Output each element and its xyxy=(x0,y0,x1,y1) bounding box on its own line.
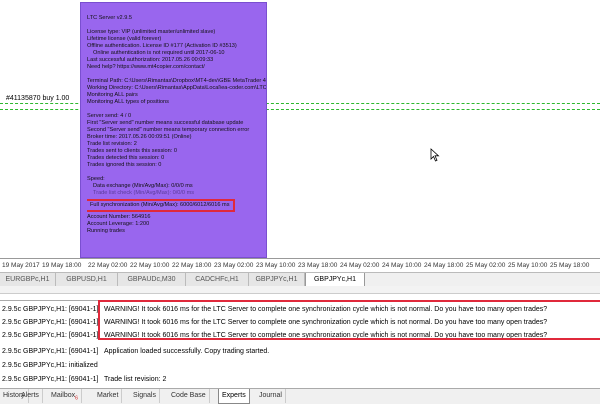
time-label: 19 May 2017 xyxy=(2,262,40,269)
trades-ignored: Trades ignored this session: 0 xyxy=(87,162,162,168)
panel-title: LTC Server v2.9.5 xyxy=(87,15,132,21)
terminal-tabs: History Alerts Mailbox6 Market Signals C… xyxy=(0,388,600,404)
broker-time: Broker time: 2017.05.26 00:09:51 (Online… xyxy=(87,134,192,140)
offline-note: Online authentication is not required un… xyxy=(93,50,225,56)
time-label: 23 May 02:00 xyxy=(214,262,254,269)
server-send-first: First "Server send" number means success… xyxy=(87,120,244,126)
tab-journal[interactable]: Journal xyxy=(256,389,286,403)
account-number: Account Number: 564916 xyxy=(87,214,151,220)
warning-highlight xyxy=(98,300,600,340)
chart-tab-eurgbpc-h1[interactable]: EURGBPc,H1 xyxy=(0,273,56,286)
server-send-second: Second "Server send" number means tempor… xyxy=(87,127,250,133)
log-message: Application loaded successfully. Copy tr… xyxy=(104,348,270,355)
time-label: 22 May 18:00 xyxy=(172,262,212,269)
log-row[interactable]: 2.9.5c GBPJPYc,H1: [69041-1] Trade list … xyxy=(0,373,600,386)
account-leverage: Account Leverage: 1:200 xyxy=(87,221,150,227)
mouse-cursor-icon xyxy=(430,148,440,162)
tab-mailbox[interactable]: Mailbox6 xyxy=(48,389,82,403)
mailbox-count-badge: 6 xyxy=(75,395,78,402)
log-row[interactable]: 2.9.5c GBPJPYc,H1: initialized xyxy=(0,359,600,372)
time-label: 24 May 02:00 xyxy=(340,262,380,269)
license-auth: Offline authentication. License ID #177 … xyxy=(87,43,237,49)
time-label: 25 May 02:00 xyxy=(466,262,506,269)
server-send: Server send: 4 / 0 xyxy=(87,113,132,119)
help-link: Need help? https://www.mt4copier.com/con… xyxy=(87,64,205,70)
time-label: 22 May 02:00 xyxy=(88,262,128,269)
license-type: License type: VIP (unlimited master/unli… xyxy=(87,29,216,35)
log-source: 2.9.5c GBPJPYc,H1: [69041-1] xyxy=(2,306,99,313)
tab-code-base[interactable]: Code Base xyxy=(168,389,210,403)
full-sync-highlight: Full synchronization (Min/Avg/Max): 6000… xyxy=(87,199,235,212)
log-source: 2.9.5c GBPJPYc,H1: [69041-1] xyxy=(2,348,99,355)
ltc-server-info-panel: LTC Server v2.9.5 License type: VIP (unl… xyxy=(80,2,267,258)
terminal-path: Terminal Path: C:\Users\Rimantas\Dropbox… xyxy=(87,78,266,84)
time-label: 23 May 10:00 xyxy=(256,262,296,269)
time-label: 23 May 18:00 xyxy=(298,262,338,269)
time-label: 19 May 18:00 xyxy=(42,262,82,269)
log-source: 2.9.5c GBPJPYc,H1: [69041-1] xyxy=(2,319,99,326)
monitoring-positions: Monitoring ALL types of positions xyxy=(87,99,169,105)
full-sync-speed: Full synchronization (Min/Avg/Max): 6000… xyxy=(90,202,230,208)
horizontal-scrollbar[interactable] xyxy=(0,286,600,294)
log-message: Trade list revision: 2 xyxy=(104,376,167,383)
time-label: 22 May 10:00 xyxy=(130,262,170,269)
time-label: 25 May 18:00 xyxy=(550,262,590,269)
time-label: 24 May 18:00 xyxy=(424,262,464,269)
monitoring-pairs: Monitoring ALL pairs xyxy=(87,92,138,98)
tab-mailbox-label: Mailbox xyxy=(51,392,76,399)
chart-tab-gbpjpyc-h1[interactable]: GBPJPYc,H1 xyxy=(249,273,305,286)
data-exchange-speed: Data exchange (Min/Avg/Max): 0/0/0 ms xyxy=(93,183,193,189)
log-row[interactable]: 2.9.5c GBPJPYc,H1: [69041-1] Application… xyxy=(0,345,600,358)
tab-market[interactable]: Market xyxy=(94,389,123,403)
log-source: 2.9.5c GBPJPYc,H1: initialized xyxy=(2,362,98,369)
working-directory: Working Directory: C:\Users\Rimantas\App… xyxy=(87,85,266,91)
license-term: Lifetime license (valid forever) xyxy=(87,36,162,42)
trades-sent: Trades sent to clients this session: 0 xyxy=(87,148,177,154)
trade-list-check-speed: Trade list check (Min/Avg/Max): 0/0/0 ms xyxy=(93,190,195,196)
buy-order-label: #41135870 buy 1.00 xyxy=(6,95,70,102)
running-trades: Running trades xyxy=(87,228,125,234)
log-source: 2.9.5c GBPJPYc,H1: [69041-1] xyxy=(2,332,99,339)
chart-area[interactable]: #41135870 buy 1.00 LTC Server v2.9.5 Lic… xyxy=(0,0,600,258)
last-authorization: Last successful authorization: 2017.05.2… xyxy=(87,57,214,63)
tab-alerts[interactable]: Alerts xyxy=(18,389,43,403)
speed-label: Speed: xyxy=(87,176,105,182)
time-axis: 19 May 2017 19 May 18:00 22 May 02:00 22… xyxy=(0,258,600,273)
trade-list-revision: Trade list revision: 2 xyxy=(87,141,137,147)
log-source: 2.9.5c GBPJPYc,H1: [69041-1] xyxy=(2,376,99,383)
tab-experts[interactable]: Experts xyxy=(218,389,250,404)
tab-signals[interactable]: Signals xyxy=(130,389,160,403)
chart-tab-gbpaudc-m30[interactable]: GBPAUDc,M30 xyxy=(118,273,186,286)
chart-tab-cadchfc-h1[interactable]: CADCHFc,H1 xyxy=(186,273,249,286)
time-label: 24 May 10:00 xyxy=(382,262,422,269)
time-label: 25 May 10:00 xyxy=(508,262,548,269)
chart-tab-gbpusd-h1[interactable]: GBPUSD,H1 xyxy=(56,273,118,286)
trades-detected: Trades detected this session: 0 xyxy=(87,155,165,161)
